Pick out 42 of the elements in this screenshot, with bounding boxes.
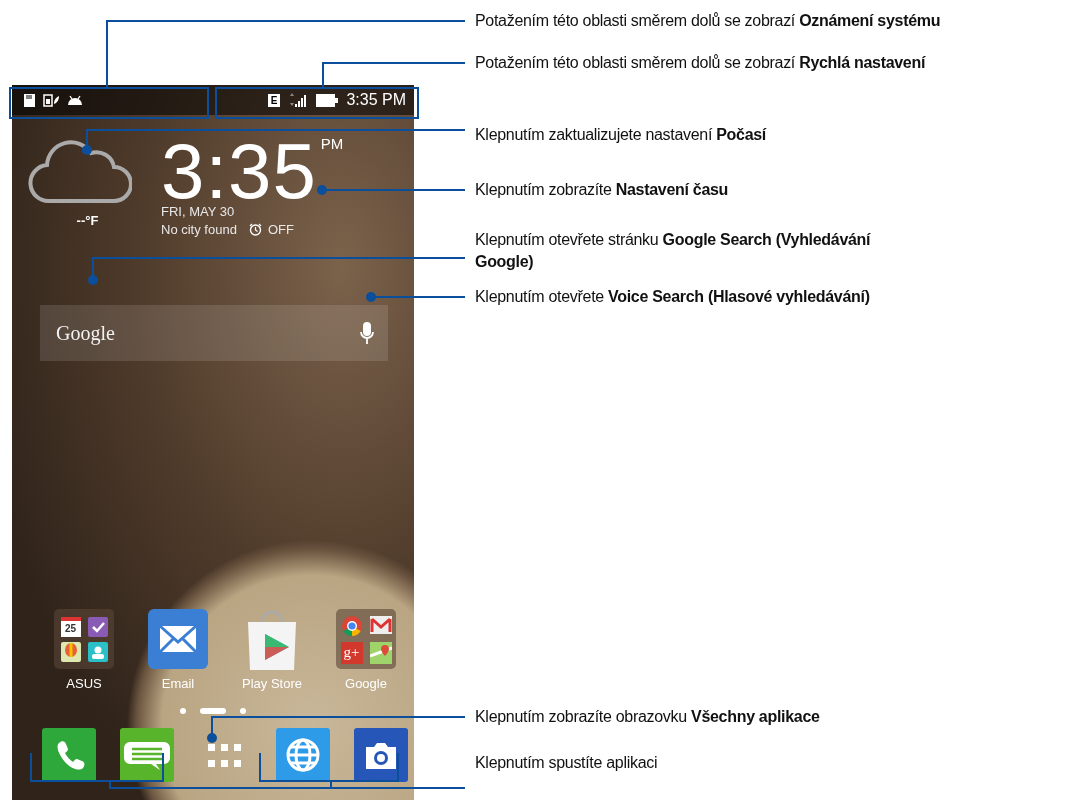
network-type-badge: E <box>267 93 281 107</box>
app-folder[interactable]: 25 <box>54 609 114 669</box>
checkmark-icon <box>87 616 108 637</box>
calendar-icon: 25 <box>60 616 81 637</box>
app-folder[interactable]: g+ <box>336 609 396 669</box>
camera-icon[interactable] <box>354 728 408 782</box>
chrome-icon <box>340 614 363 637</box>
weather-widget[interactable]: --°F <box>12 131 147 261</box>
contact-icon <box>87 641 108 662</box>
cloud-icon <box>27 139 132 205</box>
speech-bubble-icon[interactable] <box>120 728 174 782</box>
alarm-status: OFF <box>267 221 294 238</box>
callout-text: Potažením této oblasti směrem dolů se zobrazí Rychlá nastavení <box>475 53 927 73</box>
callout-text: Klepnutím zobrazíte obrazovku Všechny aplikace <box>475 707 821 727</box>
callout-text: Potažením této oblasti směrem dolů se zobrazí Oznámení systému <box>475 11 942 31</box>
signal-icon <box>288 93 309 107</box>
city-text: No city found <box>161 221 237 238</box>
globe-icon[interactable] <box>276 728 330 782</box>
callout-text: Klepnutím spustíte aplikaci <box>475 753 659 773</box>
envelope-icon[interactable] <box>148 609 208 669</box>
callout-text: Klepnutím zobrazíte Nastavení času <box>475 180 730 200</box>
search-logo: Google <box>56 321 116 345</box>
status-bar[interactable]: E 3:35 PM <box>12 85 414 115</box>
battery-leaf-icon <box>43 93 59 107</box>
phone-handset-icon[interactable] <box>42 728 96 782</box>
gplus-icon: g+ <box>340 641 363 664</box>
clock-ampm: PM <box>320 135 344 152</box>
balloon-icon <box>60 641 81 662</box>
search-bar[interactable]: Google <box>40 305 388 361</box>
sd-card-icon <box>24 93 35 107</box>
map-icon <box>369 641 392 664</box>
callout-text: Klepnutím otevřete stránku Google Search (Vyhledávání Google) <box>475 230 872 272</box>
temperature: --°F <box>76 213 99 228</box>
callout-text: Klepnutím zaktualizujete nastavení Počasí <box>475 125 768 145</box>
callout-text: Klepnutím otevřete Voice Search (Hlasové vyhledávání) <box>475 287 871 307</box>
microphone-icon[interactable] <box>360 322 374 344</box>
android-icon <box>67 94 83 106</box>
status-time: 3:35 PM <box>346 91 406 109</box>
alarm-clock-icon <box>248 223 262 236</box>
battery-icon <box>316 93 339 107</box>
app-label[interactable]: ASUS <box>66 676 102 691</box>
envelope-icon <box>369 614 392 635</box>
